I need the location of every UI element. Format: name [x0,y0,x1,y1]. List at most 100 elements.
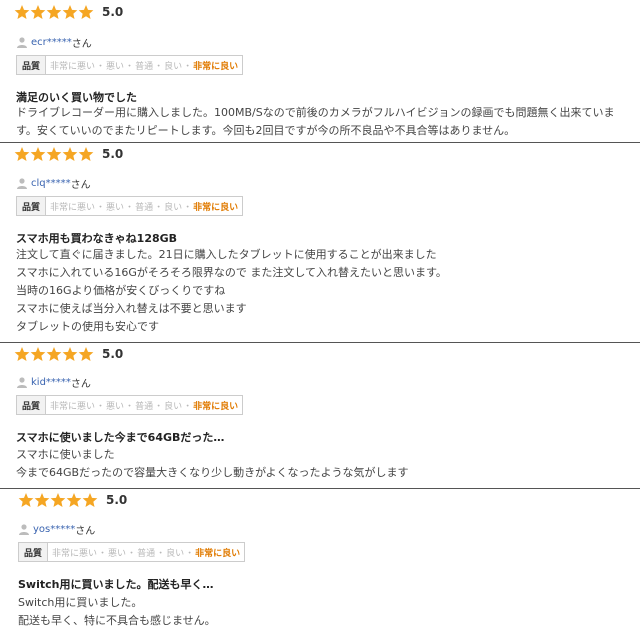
review-text: 配送も早く、特に不具合も感じません。 [18,614,216,627]
quality-selected: 非常に良い [195,548,241,559]
star-rating [14,146,94,162]
quality-label: 品質 [17,56,46,74]
review-item: 5.0 kid***** さん 品質 非常に悪い・ 悪い・ 普通・ 良い・ 非常… [0,342,640,489]
rating-row: 5.0 [14,1,123,23]
quality-label: 品質 [17,396,46,414]
reviewer-honorific: さん [70,378,91,390]
star-icon [18,492,34,508]
reviewer-name-link[interactable]: ecr***** [31,37,72,48]
review-title: スマホ用も買わなきゃね128GB [16,232,178,245]
quality-selected: 非常に良い [193,401,239,412]
reviewer-name-link[interactable]: yos***** [33,524,75,535]
quality-scale: 非常に悪い・ 悪い・ 普通・ 良い・ 非常に良い [46,56,242,74]
quality-scale: 非常に悪い・ 悪い・ 普通・ 良い・ 非常に良い [46,396,242,414]
quality-option: 良い [164,202,183,213]
star-icon [34,492,50,508]
quality-scale: 非常に悪い・ 悪い・ 普通・ 良い・ 非常に良い [48,543,244,561]
review-text: 注文して直ぐに届きました。21日に購入したタブレットに使用することが出来ました [16,248,437,261]
review-text: ドライブレコーダー用に購入しました。100MB/Sなので前後のカメラがフルハイビ… [16,106,615,137]
star-icon [62,346,78,362]
review-text: 当時の16Gより価格が安くびっくりですね [16,284,226,297]
review-text: タブレットの使用も安心です [16,320,159,333]
rating-row: 5.0 [14,143,123,165]
star-icon [46,4,62,20]
quality-option: 普通 [135,61,154,72]
quality-rating: 品質 非常に悪い・ 悪い・ 普通・ 良い・ 非常に良い [16,55,244,75]
quality-option: 良い [164,61,183,72]
quality-rating: 品質 非常に悪い・ 悪い・ 普通・ 良い・ 非常に良い [18,542,246,562]
reviewer-row: kid***** さん [16,374,91,390]
user-avatar-icon [16,376,28,388]
quality-option: 普通 [137,548,156,559]
star-icon [78,4,94,20]
review-body: Switch用に買いました。 配送も早く、特に不具合も感じません。 [18,594,638,630]
star-icon [30,4,46,20]
rating-score: 5.0 [102,5,124,19]
reviewer-honorific: さん [75,525,96,537]
star-icon [14,146,30,162]
user-avatar-icon [16,177,28,189]
quality-rating: 品質 非常に悪い・ 悪い・ 普通・ 良い・ 非常に良い [16,395,244,415]
star-icon [14,346,30,362]
quality-selected: 非常に良い [193,202,239,213]
quality-option: 悪い [108,548,127,559]
star-icon [30,346,46,362]
review-item: 5.0 clq***** さん 品質 非常に悪い・ 悪い・ 普通・ 良い・ 非常… [0,142,640,343]
review-item: 5.0 ecr***** さん 品質 非常に悪い・ 悪い・ 普通・ 良い・ 非常… [0,0,640,142]
review-text: スマホに使えば当分入れ替えは不要と思います [16,302,247,315]
star-icon [62,146,78,162]
user-avatar-icon [18,523,30,535]
reviewer-honorific: さん [71,38,92,50]
star-icon [46,346,62,362]
review-text: Switch用に買いました。 [18,596,143,609]
review-title: 満足のいく買い物でした [16,91,137,104]
reviewer-name-link[interactable]: kid***** [31,377,71,388]
review-body: スマホに使いました 今まで64GBだったので容量大きくなり少し動きがよくなったよ… [16,446,636,482]
star-icon [50,492,66,508]
user-avatar-icon [16,36,28,48]
quality-option: 非常に悪い [50,61,96,72]
rating-score: 5.0 [106,493,128,507]
quality-option: 非常に悪い [50,401,96,412]
review-text: 今まで64GBだったので容量大きくなり少し動きがよくなったような気がします [16,466,409,479]
rating-row: 5.0 [18,489,127,511]
reviewer-row: clq***** さん [16,175,91,191]
rating-row: 5.0 [14,343,123,365]
quality-rating: 品質 非常に悪い・ 悪い・ 普通・ 良い・ 非常に良い [16,196,244,216]
review-body: ドライブレコーダー用に購入しました。100MB/Sなので前後のカメラがフルハイビ… [16,104,636,140]
quality-option: 悪い [106,61,125,72]
quality-option: 非常に悪い [52,548,98,559]
review-item: 5.0 yos***** さん 品質 非常に悪い・ 悪い・ 普通・ 良い・ 非常… [0,488,640,641]
quality-label: 品質 [19,543,48,561]
quality-option: 良い [166,548,185,559]
rating-score: 5.0 [102,147,124,161]
star-icon [78,146,94,162]
star-icon [82,492,98,508]
quality-label: 品質 [17,197,46,215]
review-text: スマホに入れている16Gがそろそろ限界なので また注文して入れ替えたいと思います… [16,266,447,279]
quality-selected: 非常に良い [193,61,239,72]
star-icon [14,4,30,20]
reviewer-row: yos***** さん [18,521,95,537]
star-icon [78,346,94,362]
star-icon [62,4,78,20]
review-body: 注文して直ぐに届きました。21日に購入したタブレットに使用することが出来ました … [16,246,636,336]
reviewer-row: ecr***** さん [16,34,92,50]
reviewer-name-link[interactable]: clq***** [31,178,71,189]
quality-scale: 非常に悪い・ 悪い・ 普通・ 良い・ 非常に良い [46,197,242,215]
quality-option: 良い [164,401,183,412]
star-icon [66,492,82,508]
quality-option: 普通 [135,202,154,213]
review-title: Switch用に買いました。配送も早く… [18,578,214,591]
review-text: スマホに使いました [16,448,115,461]
star-rating [14,346,94,362]
star-icon [30,146,46,162]
star-rating [18,492,98,508]
review-title: スマホに使いました今まで64GBだった… [16,431,225,444]
quality-option: 非常に悪い [50,202,96,213]
rating-score: 5.0 [102,347,124,361]
quality-option: 悪い [106,202,125,213]
star-rating [14,4,94,20]
quality-option: 悪い [106,401,125,412]
reviewer-honorific: さん [70,179,91,191]
